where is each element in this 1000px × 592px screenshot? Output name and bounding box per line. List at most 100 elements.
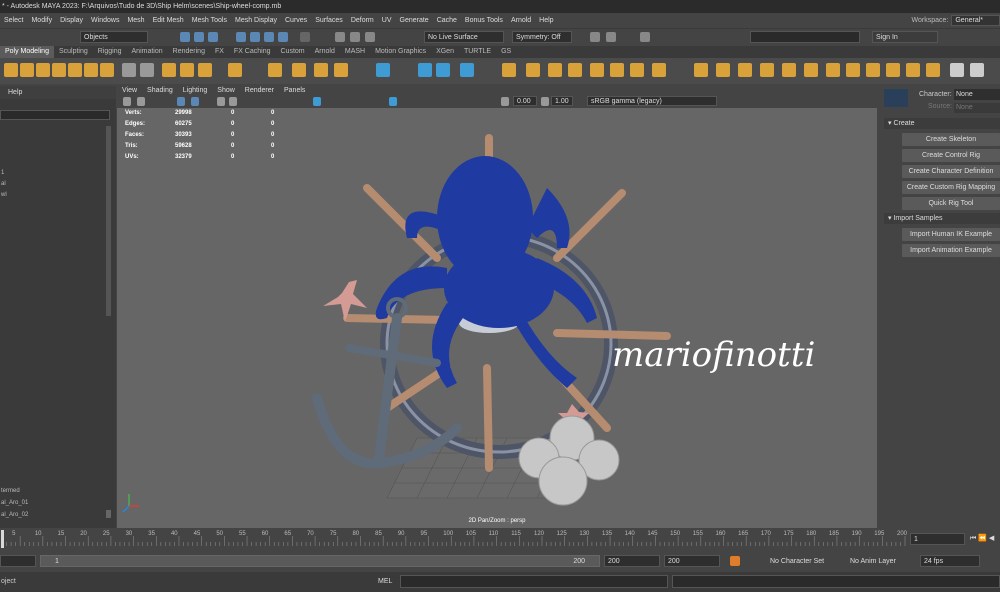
- selection-mode-dropdown[interactable]: Objects: [80, 31, 148, 43]
- menu-modify[interactable]: Modify: [27, 17, 56, 24]
- outliner-item[interactable]: al_Aro_02: [1, 512, 28, 518]
- poly-disc-icon[interactable]: [100, 63, 114, 77]
- magnet-2-icon[interactable]: [350, 32, 360, 42]
- outliner-filter-dropdown[interactable]: [0, 110, 110, 120]
- render-icon[interactable]: [590, 32, 600, 42]
- target-weld-icon[interactable]: [436, 63, 450, 77]
- isolate-icon[interactable]: [389, 97, 397, 106]
- append-icon[interactable]: [630, 63, 644, 77]
- svg-tool-icon[interactable]: [334, 63, 348, 77]
- mel-label[interactable]: MEL: [378, 578, 392, 585]
- uv-editor-icon[interactable]: [376, 63, 390, 77]
- import-animation-example-button[interactable]: Import Animation Example: [902, 244, 1000, 257]
- poly-cylinder-icon[interactable]: [36, 63, 50, 77]
- character-set-dropdown[interactable]: No Character Set: [766, 555, 838, 567]
- remesh-icon[interactable]: [228, 63, 242, 77]
- quick-rig-tool-button[interactable]: Quick Rig Tool: [902, 197, 1000, 210]
- menu-surfaces[interactable]: Surfaces: [311, 17, 347, 24]
- tab-rendering[interactable]: Rendering: [168, 46, 210, 58]
- tab-fx[interactable]: FX: [210, 46, 229, 58]
- tab-custom[interactable]: Custom: [276, 46, 310, 58]
- playback-end-field[interactable]: 200: [664, 555, 720, 567]
- collapse-icon[interactable]: [610, 63, 624, 77]
- fps-dropdown[interactable]: 24 fps: [920, 555, 980, 567]
- select-tool-icon[interactable]: [180, 32, 190, 42]
- snap-point-icon[interactable]: [264, 32, 274, 42]
- cleanup-icon[interactable]: [804, 63, 818, 77]
- shaded-icon[interactable]: [313, 97, 321, 106]
- merge-icon[interactable]: [590, 63, 604, 77]
- menu-curves[interactable]: Curves: [281, 17, 311, 24]
- mesh-combine-icon[interactable]: [122, 63, 136, 77]
- vp-menu-lighting[interactable]: Lighting: [178, 86, 213, 96]
- delete-edge-icon[interactable]: [694, 63, 708, 77]
- exposure-field[interactable]: 0.00: [513, 96, 537, 106]
- auto-key-icon[interactable]: [730, 556, 740, 566]
- magnet-3-icon[interactable]: [365, 32, 375, 42]
- menu-edit-mesh[interactable]: Edit Mesh: [149, 17, 188, 24]
- poly-sphere-icon[interactable]: [4, 63, 18, 77]
- menu-windows[interactable]: Windows: [87, 17, 123, 24]
- menu-cache[interactable]: Cache: [433, 17, 461, 24]
- menu-mesh-tools[interactable]: Mesh Tools: [188, 17, 231, 24]
- workspace-dropdown[interactable]: General*: [951, 14, 1000, 26]
- create-custom-rig-mapping-button[interactable]: Create Custom Rig Mapping: [902, 181, 1000, 194]
- tab-gs[interactable]: GS: [496, 46, 516, 58]
- source-dropdown[interactable]: None: [954, 103, 1000, 113]
- tab-arnold[interactable]: Arnold: [310, 46, 340, 58]
- sculpt-icon[interactable]: [526, 63, 540, 77]
- menu-display[interactable]: Display: [56, 17, 87, 24]
- vp-menu-view[interactable]: View: [117, 86, 142, 96]
- current-frame-field[interactable]: 1: [910, 533, 965, 545]
- poly-cube-icon[interactable]: [20, 63, 34, 77]
- menu-uv[interactable]: UV: [378, 17, 396, 24]
- menu-deform[interactable]: Deform: [347, 17, 378, 24]
- snap-view-icon[interactable]: [278, 32, 288, 42]
- tab-animation[interactable]: Animation: [127, 46, 168, 58]
- menu-arnold[interactable]: Arnold: [507, 17, 535, 24]
- gamma-field[interactable]: 1.00: [551, 96, 573, 106]
- live-surface-field[interactable]: No Live Surface: [424, 31, 504, 43]
- tab-xgen[interactable]: XGen: [431, 46, 459, 58]
- outliner-scroll-down[interactable]: [106, 510, 111, 518]
- anim-layer-dropdown[interactable]: No Anim Layer: [846, 555, 916, 567]
- tab-turtle[interactable]: TURTLE: [459, 46, 496, 58]
- quick-input-field[interactable]: [750, 31, 860, 43]
- menu-generate[interactable]: Generate: [396, 17, 433, 24]
- command-input[interactable]: [400, 575, 668, 588]
- vp-menu-renderer[interactable]: Renderer: [240, 86, 279, 96]
- smooth-icon[interactable]: [162, 63, 176, 77]
- unfold-icon[interactable]: [906, 63, 920, 77]
- playback-controls-icon[interactable]: ⏮ ⏪ ◀: [970, 534, 994, 543]
- poly-torus-icon[interactable]: [68, 63, 82, 77]
- outliner-item[interactable]: al_Aro_01: [1, 500, 28, 506]
- flip-icon[interactable]: [866, 63, 880, 77]
- connect-icon[interactable]: [460, 63, 474, 77]
- tab-sculpting[interactable]: Sculpting: [54, 46, 93, 58]
- tab-motion-graphics[interactable]: Motion Graphics: [370, 46, 431, 58]
- snap-curve-icon[interactable]: [250, 32, 260, 42]
- poly-cone-icon[interactable]: [52, 63, 66, 77]
- menu-select[interactable]: Select: [0, 17, 27, 24]
- insert-loop-icon[interactable]: [652, 63, 666, 77]
- extrude-icon[interactable]: [268, 63, 282, 77]
- vp-menu-shading[interactable]: Shading: [142, 86, 178, 96]
- outliner-scrollbar[interactable]: [106, 126, 111, 316]
- create-section-header[interactable]: ▾ Create: [884, 118, 1000, 129]
- viewport-panel[interactable]: View Shading Lighting Show Renderer Pane…: [117, 86, 877, 528]
- reduce-icon[interactable]: [782, 63, 796, 77]
- end-frame-field[interactable]: 200: [604, 555, 660, 567]
- quadrangulate-icon[interactable]: [846, 63, 860, 77]
- layout-icon[interactable]: [926, 63, 940, 77]
- create-character-definition-button[interactable]: Create Character Definition: [902, 165, 1000, 178]
- create-control-rig-button[interactable]: Create Control Rig: [902, 149, 1000, 162]
- menu-mesh[interactable]: Mesh: [123, 17, 148, 24]
- poke-icon[interactable]: [716, 63, 730, 77]
- ipr-icon[interactable]: [606, 32, 616, 42]
- camera-attr-icon[interactable]: [137, 97, 145, 106]
- poly-plane-icon[interactable]: [84, 63, 98, 77]
- create-skeleton-button[interactable]: Create Skeleton: [902, 133, 1000, 146]
- film-gate-icon[interactable]: [191, 97, 199, 106]
- vp-menu-show[interactable]: Show: [212, 86, 240, 96]
- menu-mesh-display[interactable]: Mesh Display: [231, 17, 281, 24]
